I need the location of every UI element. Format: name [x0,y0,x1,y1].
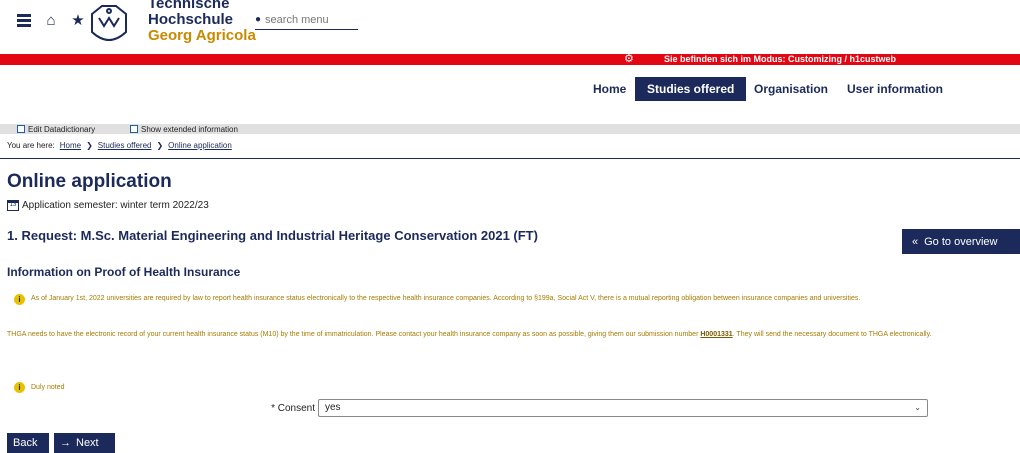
mode-banner-text: Sie befinden sich im Modus: Customizing … [664,54,897,64]
go-to-overview-label: Go to overview [924,235,998,248]
top-header: ⌂ ★ Technische Hochschule Georg Agricola… [0,0,1020,54]
info-icon: i [14,382,25,393]
chevron-down-icon: ⌄ [914,403,921,412]
info-message-1-text: As of January 1st, 2022 universities are… [31,295,861,302]
application-semester: 13 Application semester: winter term 202… [7,200,209,211]
consent-label: * Consent [271,403,315,414]
show-extended-info-label: Show extended information [141,124,238,134]
chevron-right-icon: ❯ [156,141,164,150]
search-icon: ● [255,14,262,25]
info-message-2-text: THGA needs to have the electronic record… [7,331,699,338]
nav-organisation[interactable]: Organisation [754,77,828,101]
section-title: Information on Proof of Health Insurance [7,265,241,279]
semester-text: Application semester: winter term 2022/2… [22,200,209,211]
star-icon[interactable]: ★ [68,10,88,30]
next-label: Next [76,437,99,449]
main-navigation: Home Studies offered Organisation User i… [0,77,1020,101]
back-button[interactable]: Back [7,433,49,453]
search-menu-input[interactable]: ● search menu [255,10,358,30]
submission-number[interactable]: H0001331 [700,331,732,338]
breadcrumb-home[interactable]: Home [60,141,81,150]
logo-line-2: Hochschule [148,11,234,28]
chevron-right-icon: ❯ [86,141,93,150]
logo-line-3: Georg Agricola [148,27,256,44]
logo-wordmark: Technische Hochschule Georg Agricola [148,0,256,44]
checkbox-icon[interactable] [17,125,25,133]
consent-select[interactable]: yes ⌄ [318,399,928,417]
info-message-2: THGA needs to have the electronic record… [7,330,1012,340]
show-extended-info-toggle[interactable]: Show extended information [130,124,238,134]
divider [0,158,1020,159]
duly-noted-text: Duly noted [31,384,65,391]
breadcrumb-prefix: You are here: [7,141,55,150]
info-icon: i [14,294,25,305]
checkbox-icon[interactable] [130,125,138,133]
mode-banner: ⚙ Sie befinden sich im Modus: Customizin… [0,53,1020,65]
breadcrumb: You are here: Home ❯ Studies offered ❯ O… [7,141,232,150]
edit-datadictionary-label: Edit Datadictionary [28,124,96,134]
menu-icon[interactable] [14,10,34,30]
consent-selected-value: yes [325,402,341,413]
gear-icon[interactable]: ⚙ [624,53,634,65]
calendar-icon: 13 [7,200,19,211]
duly-noted-message: i Duly noted [14,382,64,393]
next-button[interactable]: → Next [54,433,115,453]
search-placeholder: search menu [265,13,329,26]
page-title: Online application [7,171,172,192]
info-message-1: i As of January 1st, 2022 universities a… [14,294,1014,305]
nav-user-information[interactable]: User information [847,77,943,101]
request-title: 1. Request: M.Sc. Material Engineering a… [7,228,538,243]
info-message-2-tail: . They will send the necessary document … [732,331,932,338]
edit-datadictionary-toggle[interactable]: Edit Datadictionary [17,124,95,134]
go-to-overview-button[interactable]: « Go to overview [902,229,1020,254]
breadcrumb-studies-offered[interactable]: Studies offered [98,141,152,150]
double-chevron-left-icon: « [912,235,919,248]
nav-studies-offered[interactable]: Studies offered [635,77,747,101]
nav-home[interactable]: Home [593,77,626,101]
back-label: Back [13,437,38,449]
dev-toolbar: Edit Datadictionary Show extended inform… [0,124,1020,134]
arrow-right-icon: → [60,437,71,449]
home-icon[interactable]: ⌂ [41,10,61,30]
breadcrumb-online-application[interactable]: Online application [168,141,232,150]
